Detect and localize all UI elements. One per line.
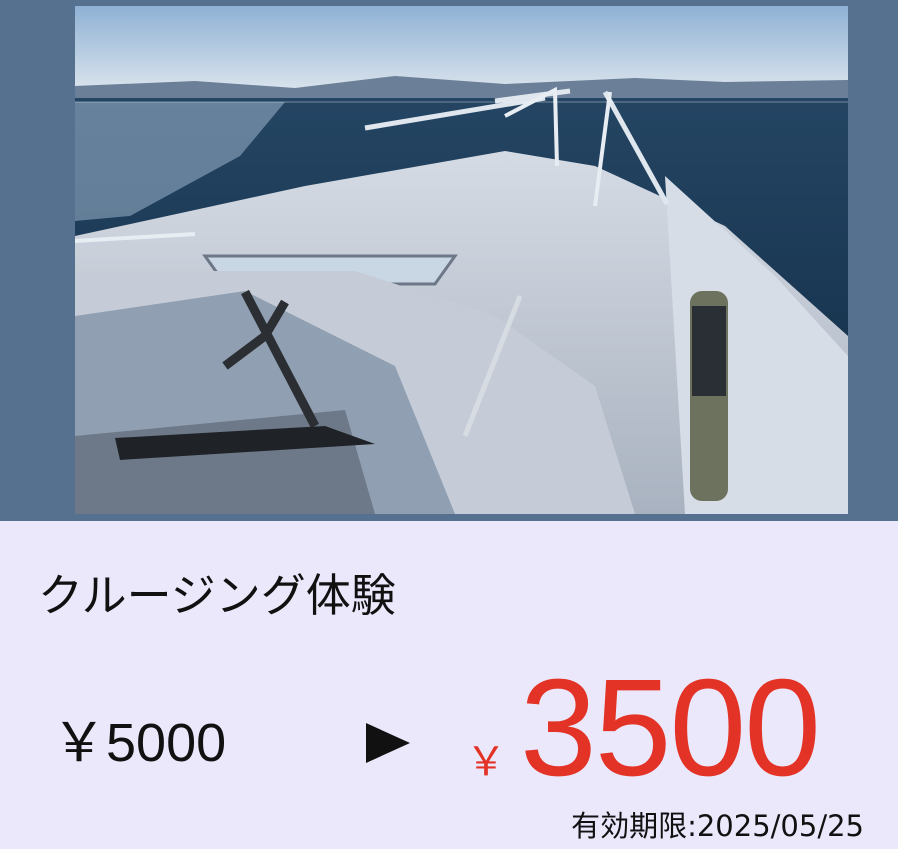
hero-frame	[0, 0, 898, 521]
offer-title: クルージング体験	[38, 569, 396, 622]
sale-price: 3500	[520, 651, 821, 805]
sale-currency-symbol: ￥	[466, 740, 506, 784]
boat-photo	[75, 6, 848, 514]
arrow-right-icon	[366, 723, 410, 763]
original-price: ￥5000	[52, 713, 227, 773]
expiry-date: 有効期限:2025/05/25	[571, 809, 864, 843]
